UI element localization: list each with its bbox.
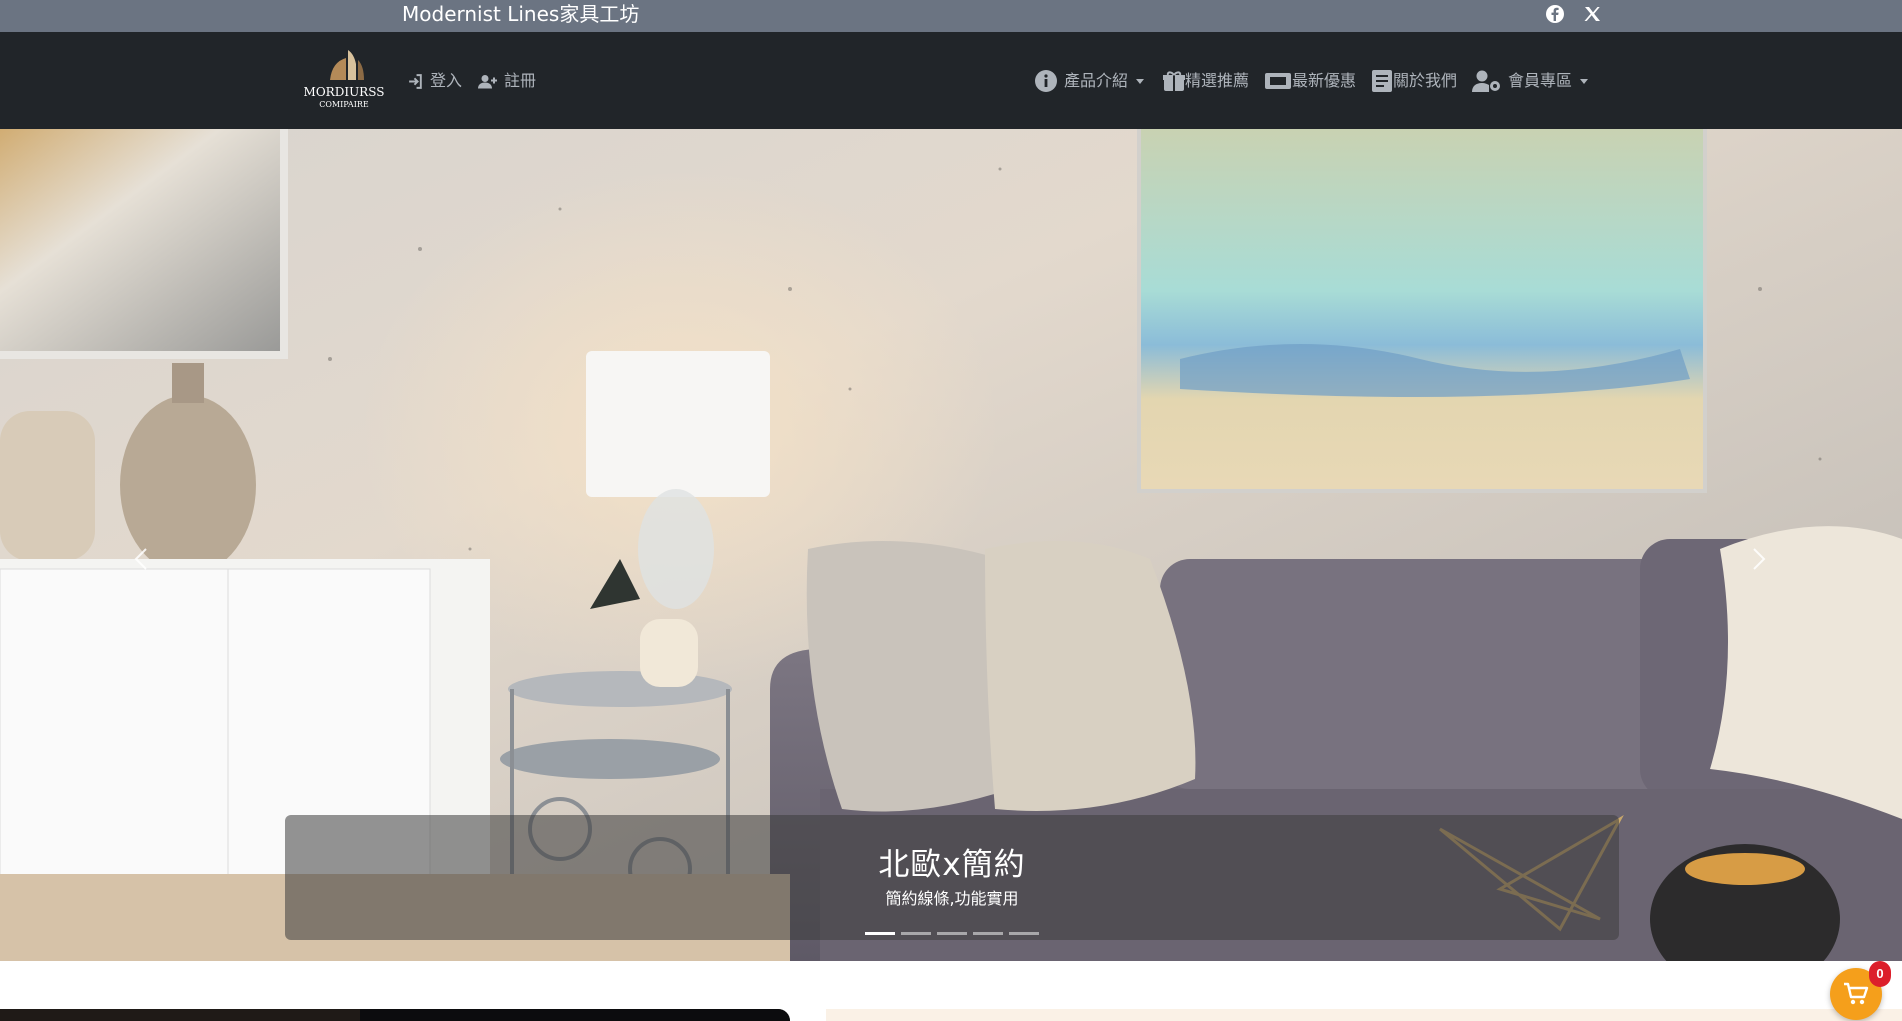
chevron-down-icon — [1136, 78, 1145, 84]
nav-member-label: 會員專區 — [1508, 71, 1573, 90]
nav-products-dropdown[interactable]: 產品介紹 — [1034, 68, 1145, 94]
main-navbar: MORDIURSS COMIPAIRE 登入 註冊 產品介紹 精選推薦 最新優惠 — [0, 32, 1902, 129]
info-circle-icon — [1034, 69, 1058, 93]
nav-featured[interactable]: 精選推薦 — [1163, 68, 1249, 94]
next-section-image-right — [826, 1009, 1902, 1021]
carousel-indicator-3[interactable] — [937, 932, 967, 935]
register-link[interactable]: 註冊 — [478, 68, 536, 94]
nav-about[interactable]: 關於我們 — [1371, 68, 1457, 94]
site-title: Modernist Lines家具工坊 — [402, 2, 640, 26]
user-plus-icon — [478, 73, 498, 90]
caption-title: 北歐x簡約 — [878, 847, 1026, 883]
nav-featured-label: 精選推薦 — [1185, 71, 1250, 90]
carousel-indicator-5[interactable] — [1009, 932, 1039, 935]
logo-text-main: MORDIURSS — [304, 85, 385, 99]
login-icon — [407, 73, 424, 90]
nav-promotions[interactable]: 最新優惠 — [1264, 68, 1356, 94]
next-section-image-left — [0, 1009, 790, 1021]
gift-box-icon — [1163, 70, 1185, 92]
hero-carousel: 北歐x簡約 簡約線條,功能實用 — [0, 129, 1902, 961]
carousel-indicator-4[interactable] — [973, 932, 1003, 935]
nav-products-label: 產品介紹 — [1064, 71, 1129, 90]
chevron-down-icon — [1580, 78, 1589, 84]
logo-text-sub: COMIPAIRE — [319, 100, 369, 109]
chevron-left-icon — [134, 548, 147, 570]
carousel-caption: 北歐x簡約 簡約線條,功能實用 — [285, 815, 1619, 940]
document-icon — [1371, 69, 1393, 93]
brand-logo[interactable]: MORDIURSS COMIPAIRE — [302, 46, 386, 112]
cart-count-badge: 0 — [1869, 961, 1891, 987]
ticket-icon — [1264, 70, 1292, 92]
login-link[interactable]: 登入 — [407, 68, 462, 94]
shopping-cart-icon — [1844, 982, 1869, 1005]
carousel-indicator-1[interactable] — [865, 932, 895, 935]
register-label: 註冊 — [504, 71, 537, 90]
login-label: 登入 — [430, 71, 463, 90]
carousel-indicators — [865, 932, 1039, 935]
top-strip: Modernist Lines家具工坊 — [0, 0, 1902, 32]
nav-about-label: 關於我們 — [1393, 71, 1458, 90]
chevron-right-icon — [1753, 548, 1766, 570]
carousel-prev-button[interactable] — [120, 529, 160, 589]
nav-member-dropdown[interactable]: 會員專區 — [1472, 68, 1589, 94]
user-gear-icon — [1472, 69, 1502, 93]
caption-subtitle: 簡約線條,功能實用 — [885, 889, 1019, 908]
facebook-icon[interactable] — [1545, 4, 1565, 24]
nav-promotions-label: 最新優惠 — [1292, 71, 1357, 90]
x-twitter-icon[interactable] — [1582, 4, 1602, 24]
carousel-next-button[interactable] — [1740, 529, 1780, 589]
carousel-indicator-2[interactable] — [901, 932, 931, 935]
